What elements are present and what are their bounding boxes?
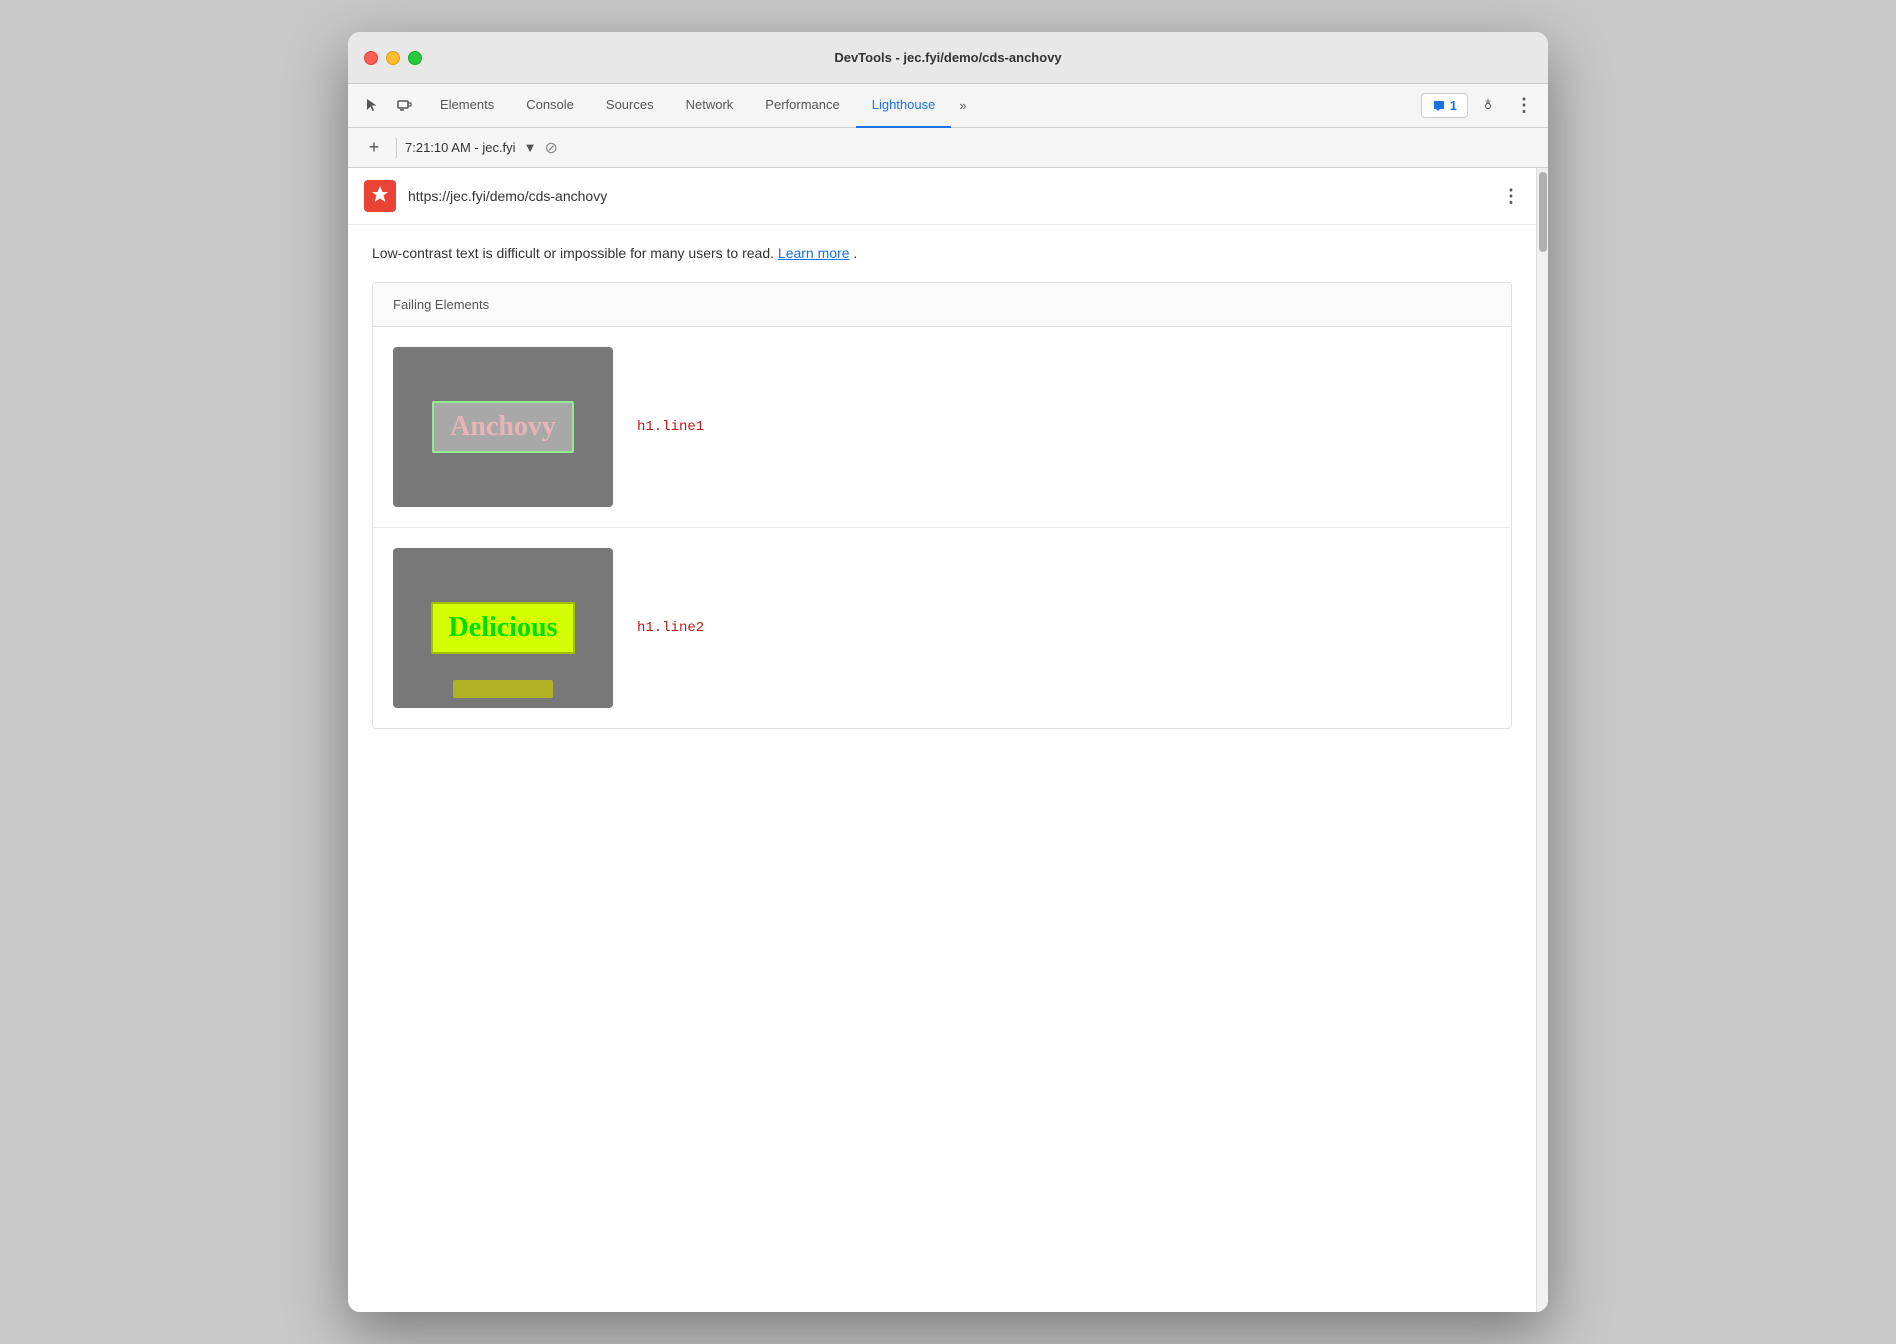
tab-elements[interactable]: Elements [424, 84, 510, 128]
scrollbar-track[interactable] [1536, 168, 1548, 1312]
close-button[interactable] [364, 51, 378, 65]
more-tabs-button[interactable]: » [951, 84, 974, 128]
tab-bar: Elements Console Sources Network Perform… [348, 84, 1548, 128]
tabs-list: Elements Console Sources Network Perform… [424, 84, 951, 127]
warning-text: Low-contrast text is difficult or imposs… [348, 225, 1536, 282]
timestamp-url: 7:21:10 AM - jec.fyi [405, 140, 516, 155]
settings-icon-button[interactable] [1472, 90, 1504, 122]
more-options-icon-button[interactable]: ⋮ [1508, 90, 1540, 122]
maximize-button[interactable] [408, 51, 422, 65]
table-row: Anchovy h1.line1 [373, 327, 1511, 528]
dropdown-icon[interactable]: ▼ [524, 140, 537, 155]
minimize-button[interactable] [386, 51, 400, 65]
separator [396, 138, 397, 158]
no-entry-icon: ⊘ [544, 138, 557, 158]
devtools-window: DevTools - jec.fyi/demo/cds-anchovy Elem… [348, 32, 1548, 1312]
failing-elements-header: Failing Elements [373, 283, 1511, 327]
scrollbar-thumb[interactable] [1539, 172, 1547, 252]
title-bar: DevTools - jec.fyi/demo/cds-anchovy [348, 32, 1548, 84]
cursor-icon-button[interactable] [356, 90, 388, 122]
add-tab-button[interactable]: + [360, 134, 388, 162]
device-toggle-icon-button[interactable] [388, 90, 420, 122]
tab-lighthouse[interactable]: Lighthouse [856, 84, 952, 128]
window-title: DevTools - jec.fyi/demo/cds-anchovy [834, 50, 1061, 65]
more-options-icon[interactable]: ⋮ [1502, 186, 1520, 207]
tab-bar-right: 1 ⋮ [1421, 90, 1540, 122]
chat-button[interactable]: 1 [1421, 93, 1468, 118]
element-thumbnail-1: Anchovy [393, 347, 613, 507]
anchovy-box: Anchovy [432, 401, 574, 453]
element-thumbnail-2: Delicious [393, 548, 613, 708]
tab-network[interactable]: Network [670, 84, 750, 128]
lighthouse-header: https://jec.fyi/demo/cds-anchovy ⋮ [348, 168, 1536, 225]
tab-sources[interactable]: Sources [590, 84, 670, 128]
delicious-box: Delicious [431, 602, 576, 654]
url-display: 7:21:10 AM - jec.fyi ▼ [405, 140, 536, 155]
sub-element [453, 680, 553, 698]
tab-performance[interactable]: Performance [749, 84, 855, 128]
traffic-lights [364, 51, 422, 65]
anchovy-text: Anchovy [450, 411, 556, 442]
secondary-bar: + 7:21:10 AM - jec.fyi ▼ ⊘ [348, 128, 1548, 168]
element-selector-1[interactable]: h1.line1 [637, 419, 704, 435]
main-content: https://jec.fyi/demo/cds-anchovy ⋮ Low-c… [348, 168, 1548, 1312]
delicious-text: Delicious [449, 612, 558, 643]
failing-elements-container: Failing Elements Anchovy h1.line1 Delici… [372, 282, 1512, 729]
content-area: https://jec.fyi/demo/cds-anchovy ⋮ Low-c… [348, 168, 1536, 1312]
tab-console[interactable]: Console [510, 84, 590, 128]
page-url: https://jec.fyi/demo/cds-anchovy [408, 188, 1490, 204]
learn-more-link[interactable]: Learn more [778, 245, 850, 261]
element-selector-2[interactable]: h1.line2 [637, 620, 704, 636]
lighthouse-icon [364, 180, 396, 212]
table-row: Delicious h1.line2 [373, 528, 1511, 728]
